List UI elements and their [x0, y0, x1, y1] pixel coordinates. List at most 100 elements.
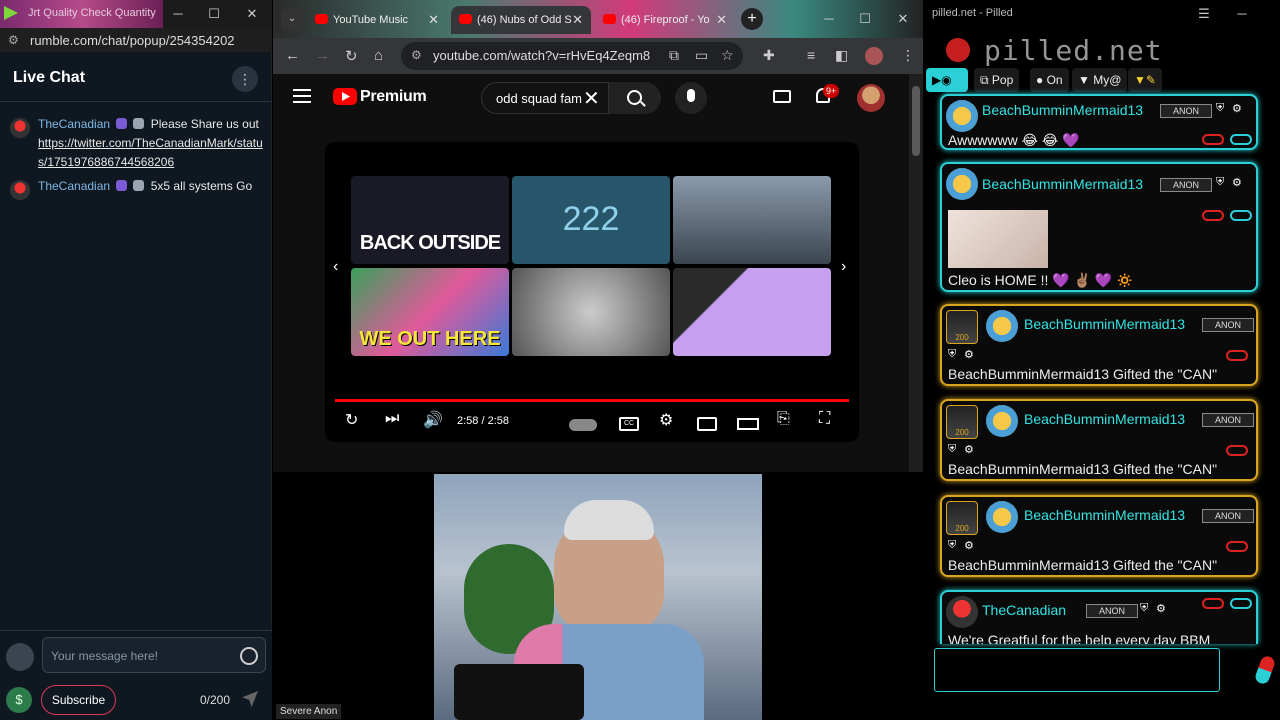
send-pill-icon[interactable]	[1253, 654, 1277, 686]
clear-search-icon[interactable]: ✕	[583, 86, 600, 111]
minimize-button[interactable]: ─	[1232, 4, 1252, 24]
new-tab-button[interactable]: +	[741, 8, 763, 30]
red-pill-icon[interactable]	[1226, 350, 1248, 361]
autoplay-toggle[interactable]	[569, 419, 597, 431]
tab-fireproof[interactable]: (46) Fireproof - Yo ✕	[595, 6, 735, 34]
settings-gear-icon[interactable]: ⚙	[1232, 102, 1242, 115]
tab-nubs-of-odd-squad[interactable]: (46) Nubs of Odd S ✕	[451, 6, 591, 34]
chat-message-input[interactable]: Your message here!	[42, 637, 266, 673]
extensions-icon[interactable]: ✚	[763, 47, 775, 64]
previous-arrow-icon[interactable]: ‹	[333, 258, 338, 276]
video-player[interactable]: BACK OUTSIDE 222 WE OUT HERE ‹ › ↻ ⏭ 🔊 2…	[325, 142, 859, 442]
my-mentions-filter-button[interactable]: ▼ My@	[1072, 68, 1128, 92]
youtube-brand[interactable]: Premium	[360, 88, 427, 106]
post-username[interactable]: BeachBumminMermaid13	[1024, 316, 1185, 332]
create-video-icon[interactable]	[773, 90, 791, 103]
filter-pill-icon[interactable]: ▼✎	[1128, 68, 1162, 92]
fullscreen-icon[interactable]: ⛶	[819, 410, 830, 428]
settings-gear-icon[interactable]: ⚙	[964, 539, 974, 552]
red-pill-icon[interactable]	[1202, 210, 1224, 221]
account-avatar[interactable]	[857, 84, 885, 112]
end-screen-thumbnail[interactable]	[512, 268, 670, 356]
next-arrow-icon[interactable]: ›	[841, 258, 846, 276]
replay-icon[interactable]: ↻	[345, 410, 358, 430]
tab-youtube-music[interactable]: YouTube Music ✕	[307, 6, 447, 34]
forward-icon[interactable]: →	[315, 47, 330, 64]
maximize-button[interactable]: ☐	[855, 9, 875, 29]
voice-search-icon[interactable]	[675, 82, 707, 114]
settings-gear-icon[interactable]: ⚙	[659, 410, 673, 430]
user-avatar[interactable]	[946, 596, 978, 628]
end-screen-thumbnail[interactable]	[673, 268, 831, 356]
more-options-icon[interactable]: ⋮	[232, 66, 258, 92]
captions-icon[interactable]: CC	[619, 417, 639, 431]
miniplayer-icon[interactable]	[697, 417, 717, 431]
rumble-address-bar[interactable]: ⚙ rumble.com/chat/popup/254354202	[0, 28, 272, 52]
settings-gear-icon[interactable]: ⚙	[1156, 602, 1166, 615]
user-avatar[interactable]	[946, 168, 978, 200]
reload-icon[interactable]: ↻	[345, 47, 358, 65]
theater-mode-icon[interactable]	[737, 418, 759, 430]
post-username[interactable]: BeachBumminMermaid13	[982, 176, 1143, 192]
tab-search-button[interactable]: ⌄	[281, 8, 303, 30]
address-bar[interactable]: ⚙ youtube.com/watch?v=rHvEq4Zeqm8	[401, 42, 743, 70]
post-username[interactable]: BeachBumminMermaid13	[1024, 411, 1185, 427]
menu-icon[interactable]: ☰	[1194, 4, 1214, 24]
cyan-pill-icon[interactable]	[1230, 598, 1252, 609]
pilled-message-input[interactable]	[934, 648, 1220, 692]
profile-avatar[interactable]	[865, 47, 883, 65]
post-username[interactable]: TheCanadian	[982, 602, 1066, 618]
home-icon[interactable]: ⌂	[374, 47, 383, 64]
chat-username[interactable]: TheCanadian	[38, 117, 110, 131]
volume-icon[interactable]: 🔊	[423, 410, 443, 430]
end-screen-thumbnail[interactable]	[673, 176, 831, 264]
settings-gear-icon[interactable]: ⚙	[964, 443, 974, 456]
end-screen-thumbnail[interactable]: BACK OUTSIDE	[351, 176, 509, 264]
play-chat-icon[interactable]: ▶◉	[926, 68, 968, 92]
back-icon[interactable]: ←	[285, 47, 300, 64]
close-button[interactable]: ✕	[893, 9, 913, 29]
youtube-logo-icon[interactable]	[333, 88, 357, 105]
user-avatar[interactable]	[986, 310, 1018, 342]
site-info-icon[interactable]: ⚙	[8, 33, 19, 47]
post-image[interactable]	[948, 210, 1048, 268]
user-avatar[interactable]	[986, 501, 1018, 533]
side-panel-icon[interactable]: ◧	[835, 47, 848, 64]
scrollbar-thumb[interactable]	[912, 86, 920, 156]
cyan-pill-icon[interactable]	[1230, 134, 1252, 145]
open-in-app-icon[interactable]: ⧉	[669, 47, 679, 64]
search-button[interactable]	[609, 82, 661, 114]
site-info-icon[interactable]: ⚙	[411, 48, 422, 62]
close-tab-icon[interactable]: ✕	[716, 12, 727, 28]
page-scrollbar[interactable]	[909, 74, 923, 472]
popout-button[interactable]: ⧉ Pop	[974, 68, 1020, 92]
subscribe-button[interactable]: Subscribe	[41, 685, 116, 715]
send-icon[interactable]	[242, 691, 258, 707]
progress-bar[interactable]	[335, 399, 849, 402]
end-screen-thumbnail[interactable]: WE OUT HERE	[351, 268, 509, 356]
red-pill-icon[interactable]	[1226, 541, 1248, 552]
end-screen-thumbnail[interactable]: 222	[512, 176, 670, 264]
user-avatar[interactable]	[986, 405, 1018, 437]
red-pill-icon[interactable]	[1202, 134, 1224, 145]
red-pill-icon[interactable]	[1202, 598, 1224, 609]
maximize-button[interactable]: ☐	[204, 4, 224, 24]
media-controls-icon[interactable]: ≡	[807, 47, 815, 63]
on-toggle-button[interactable]: ● On	[1030, 68, 1069, 92]
cast-icon[interactable]: ▭	[695, 47, 708, 64]
user-avatar[interactable]	[946, 100, 978, 132]
close-button[interactable]: ✕	[242, 4, 262, 24]
minimize-button[interactable]: ─	[168, 4, 188, 24]
settings-gear-icon[interactable]: ⚙	[964, 348, 974, 361]
bookmark-star-icon[interactable]: ☆	[721, 47, 734, 64]
post-username[interactable]: BeachBumminMermaid13	[982, 102, 1143, 118]
next-video-icon[interactable]: ⏭	[385, 410, 399, 428]
chrome-menu-icon[interactable]: ⋮	[901, 47, 915, 64]
close-tab-icon[interactable]: ✕	[572, 12, 583, 28]
close-tab-icon[interactable]: ✕	[428, 12, 439, 28]
rant-dollar-button[interactable]: $	[6, 687, 32, 713]
chat-username[interactable]: TheCanadian	[38, 179, 110, 193]
settings-gear-icon[interactable]: ⚙	[1232, 176, 1242, 189]
emoji-icon[interactable]	[240, 647, 258, 665]
minimize-button[interactable]: ─	[819, 9, 839, 29]
